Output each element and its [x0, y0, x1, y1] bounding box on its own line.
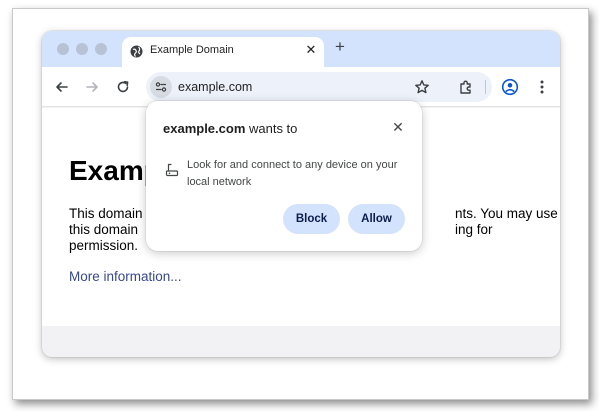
- permission-description: Look for and connect to any device on yo…: [187, 159, 398, 188]
- back-icon[interactable]: [52, 77, 72, 97]
- address-url: example.com: [178, 80, 253, 94]
- paragraph-line-left: this domain: [69, 222, 139, 237]
- reload-icon[interactable]: [113, 77, 133, 97]
- popup-site: example.com: [163, 121, 246, 136]
- profile-icon[interactable]: [500, 77, 520, 97]
- window-zoom-control[interactable]: [95, 43, 107, 55]
- close-icon[interactable]: ✕: [390, 119, 406, 135]
- paragraph-line-left: This domain: [69, 206, 143, 221]
- toolbar-separator: [485, 80, 486, 94]
- globe-icon: [130, 45, 143, 58]
- popup-title: example.com wants to: [163, 121, 297, 136]
- permission-popup: example.com wants to ✕ Look for and conn…: [146, 101, 422, 251]
- address-bar[interactable]: example.com: [146, 72, 492, 102]
- block-button[interactable]: Block: [283, 204, 340, 234]
- close-icon[interactable]: ✕: [303, 42, 319, 58]
- more-information-link[interactable]: More information...: [69, 269, 182, 284]
- paragraph-line-left: permission.: [69, 238, 139, 253]
- extensions-icon[interactable]: [456, 77, 476, 97]
- tune-icon[interactable]: [150, 76, 172, 98]
- more-vert-icon[interactable]: [532, 77, 552, 97]
- window-close-control[interactable]: [57, 43, 69, 55]
- paragraph-line-right: nts. You may use: [455, 206, 558, 221]
- tab-strip: Example Domain ✕ +: [42, 31, 560, 67]
- window-minimize-control[interactable]: [76, 43, 88, 55]
- allow-button[interactable]: Allow: [348, 204, 405, 234]
- local-network-icon: [165, 162, 179, 178]
- paragraph-line-right: ing for: [455, 222, 493, 237]
- star-icon[interactable]: [412, 77, 432, 97]
- tab-title: Example Domain: [150, 44, 234, 56]
- tab-example-domain[interactable]: Example Domain ✕: [122, 37, 324, 67]
- plus-icon[interactable]: +: [331, 37, 349, 57]
- forward-icon[interactable]: [82, 77, 102, 97]
- popup-title-suffix: wants to: [245, 121, 298, 136]
